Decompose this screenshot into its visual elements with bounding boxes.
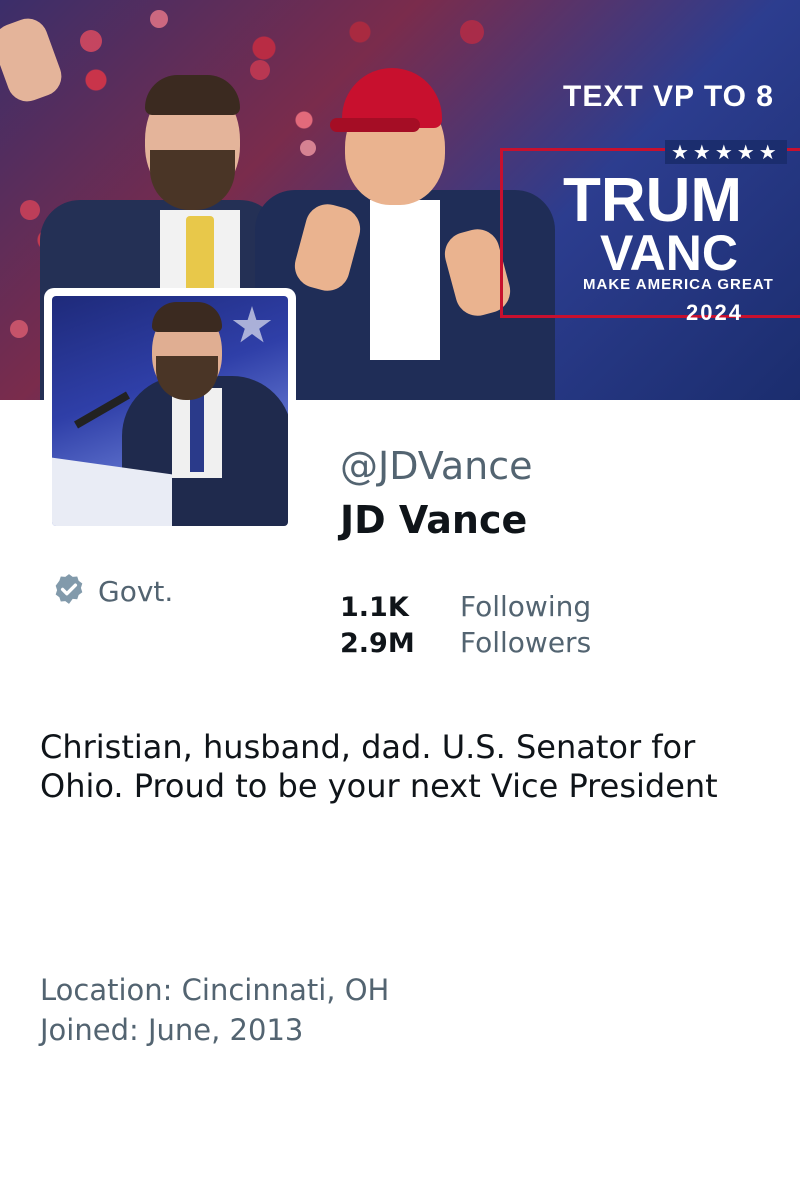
profile-handle: @JDVance: [340, 444, 533, 488]
stat-label: Followers: [460, 626, 592, 659]
stat-count: 2.9M: [340, 628, 415, 659]
badge-label: Govt.: [98, 574, 174, 608]
promo-year: 2024: [686, 300, 743, 325]
avatar-photo: [52, 296, 288, 526]
profile-joined: Joined: June, 2013: [40, 1013, 304, 1047]
promo-name-bottom: VANC: [600, 225, 738, 281]
promo-name-top: TRUM: [563, 166, 743, 235]
follow-stats: 1.1K Following 2.9M Followers: [340, 590, 591, 662]
verified-icon: [52, 572, 86, 610]
profile-meta: Location: Cincinnati, OH Joined: June, 2…: [40, 970, 389, 1050]
stat-followers[interactable]: 2.9M Followers: [340, 626, 591, 662]
stat-label: Following: [460, 590, 592, 623]
promo-stars: ★★★★★: [665, 140, 787, 164]
profile-bio: Christian, husband, dad. U.S. Senator fo…: [40, 728, 718, 805]
profile-location: Location: Cincinnati, OH: [40, 973, 390, 1007]
profile-display-name: JD Vance: [340, 498, 528, 542]
avatar[interactable]: [44, 288, 296, 534]
promo-text-line: TEXT VP TO 8: [563, 80, 774, 113]
promo-slogan: MAKE AMERICA GREAT: [583, 276, 774, 293]
stat-count: 1.1K: [340, 592, 409, 623]
profile-page: TEXT VP TO 8 ★★★★★ TRUM VANC MAKE AMERIC…: [0, 0, 800, 1200]
stat-following[interactable]: 1.1K Following: [340, 590, 591, 626]
govt-badge: Govt.: [52, 572, 173, 610]
